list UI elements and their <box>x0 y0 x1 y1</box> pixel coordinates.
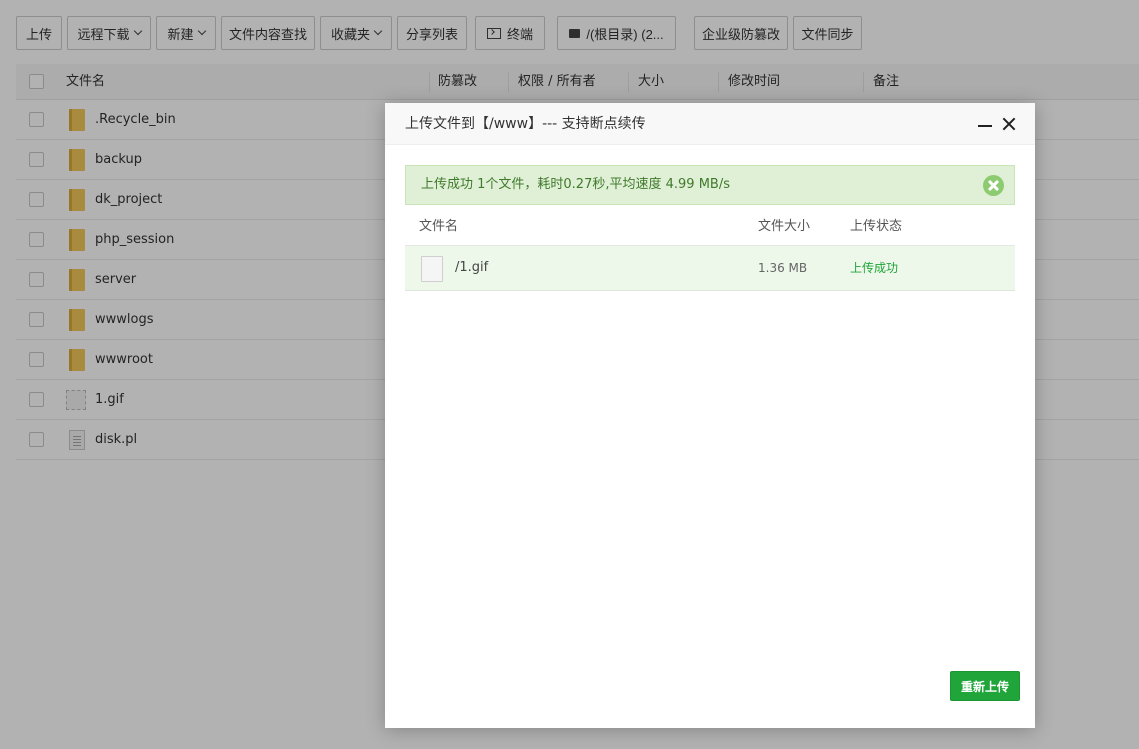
file-icon <box>421 256 443 282</box>
upload-header-size: 文件大小 <box>758 219 811 234</box>
dialog-header: 上传文件到【/www】--- 支持断点续传 <box>385 103 1035 145</box>
dialog-title: 上传文件到【/www】--- 支持断点续传 <box>405 116 646 132</box>
upload-header-name: 文件名 <box>419 219 459 234</box>
upload-file-row: /1.gif 1.36 MB 上传成功 <box>405 246 1015 291</box>
success-alert: 上传成功 1个文件，耗时0.27秒,平均速度 4.99 MB/s <box>405 165 1015 205</box>
upload-dialog: 上传文件到【/www】--- 支持断点续传 上传成功 1个文件，耗时0.27秒,… <box>385 103 1035 728</box>
success-message: 上传成功 1个文件，耗时0.27秒,平均速度 4.99 MB/s <box>421 177 730 192</box>
upload-table-header: 文件名 文件大小 上传状态 <box>405 208 1015 246</box>
minimize-icon[interactable] <box>977 117 993 131</box>
close-icon[interactable] <box>1001 116 1017 132</box>
upload-file-size: 1.36 MB <box>758 261 808 275</box>
upload-file-status: 上传成功 <box>850 261 899 275</box>
reupload-button[interactable]: 重新上传 <box>950 671 1020 701</box>
upload-file-name: /1.gif <box>455 260 489 275</box>
upload-header-status: 上传状态 <box>850 219 903 234</box>
alert-close-icon[interactable] <box>983 175 1004 196</box>
